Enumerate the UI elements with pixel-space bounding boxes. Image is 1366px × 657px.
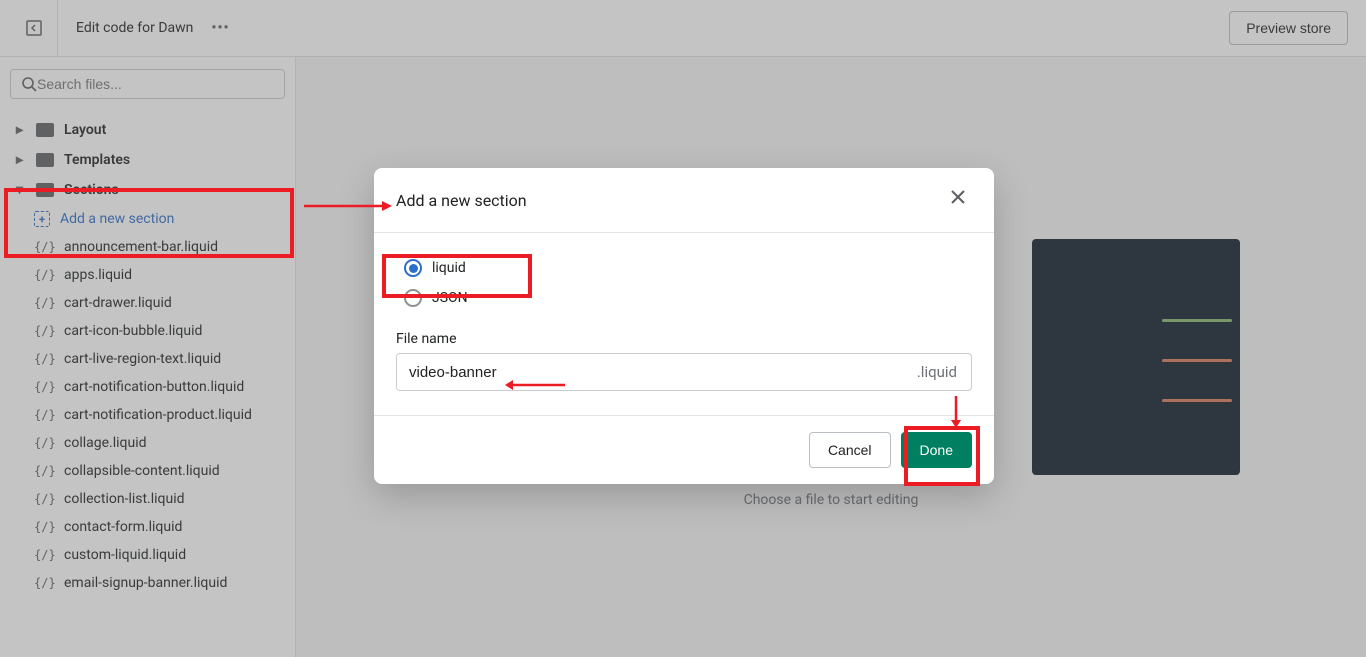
modal-header: Add a new section (374, 168, 994, 233)
radio-label: JSON (432, 290, 468, 306)
modal-title: Add a new section (396, 191, 527, 210)
filename-field: .liquid (396, 353, 972, 391)
filename-label: File name (396, 331, 972, 347)
radio-icon (404, 289, 422, 307)
add-section-modal: Add a new section liquid JSON File name … (374, 168, 994, 484)
filename-extension: .liquid (903, 354, 971, 390)
cancel-button[interactable]: Cancel (809, 432, 891, 468)
file-type-radio-group: liquid JSON (396, 253, 972, 313)
radio-icon (404, 259, 422, 277)
radio-json[interactable]: JSON (396, 283, 972, 313)
radio-liquid[interactable]: liquid (396, 253, 972, 283)
modal-body: liquid JSON File name .liquid (374, 233, 994, 415)
close-icon (949, 188, 967, 206)
radio-label: liquid (432, 260, 466, 276)
done-button[interactable]: Done (901, 432, 972, 468)
close-button[interactable] (944, 186, 972, 214)
modal-footer: Cancel Done (374, 415, 994, 484)
filename-input[interactable] (397, 355, 903, 390)
